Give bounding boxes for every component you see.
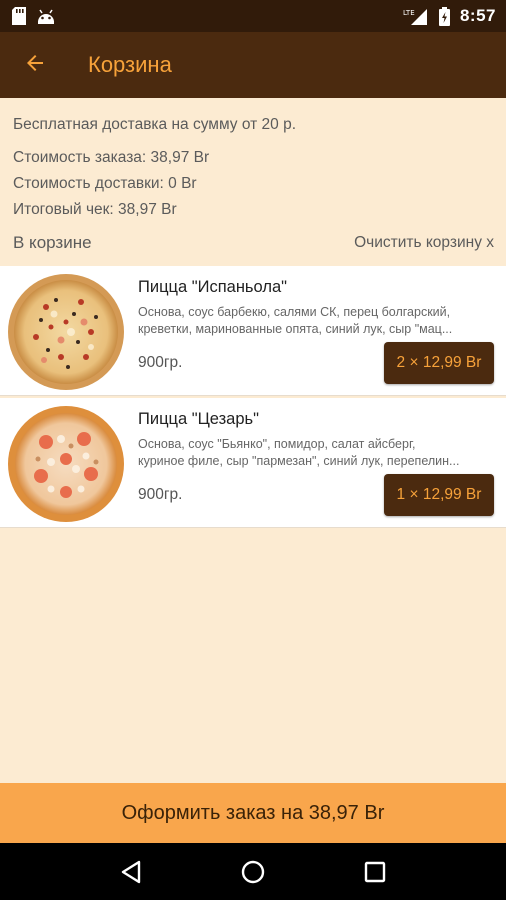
cart-header-label: В корзине: [13, 233, 92, 252]
cart-item[interactable]: Пицца "Испаньола" Основа, соус барбекю, …: [0, 266, 506, 396]
cart-header: В корзине Очистить корзину x: [13, 232, 494, 254]
network-label: LTE: [403, 9, 415, 17]
navigation-bar: [0, 843, 506, 900]
order-total: Итоговый чек: 38,97 Br: [13, 201, 177, 218]
status-bar: LTE 8:57: [0, 0, 506, 32]
app-bar: Корзина: [0, 32, 506, 98]
pizza-image: [6, 272, 126, 392]
android-icon: [36, 8, 56, 24]
signal-icon: LTE: [403, 7, 429, 25]
back-triangle-icon[interactable]: [111, 852, 151, 892]
quantity-price-button[interactable]: 1 × 12,99 Br: [384, 474, 494, 516]
product-description-line: Основа, соус "Бьянко", помидор, салат ай…: [138, 437, 416, 451]
arrow-left-icon: [23, 51, 47, 80]
status-left: [12, 7, 56, 25]
page-title: Корзина: [88, 52, 172, 77]
product-weight: 900гр.: [138, 354, 183, 371]
back-button[interactable]: [0, 32, 70, 98]
order-summary: Бесплатная доставка на сумму от 20 р. Ст…: [13, 116, 494, 227]
product-description-line: Основа, соус барбекю, салями СК, перец б…: [138, 305, 451, 319]
product-description: Основа, соус барбекю, салями СК, перец б…: [138, 304, 488, 338]
checkout-button[interactable]: Оформить заказ на 38,97 Br: [0, 783, 506, 843]
product-weight: 900гр.: [138, 486, 183, 503]
quantity-price-button[interactable]: 2 × 12,99 Br: [384, 342, 494, 384]
status-right: LTE 8:57: [403, 6, 496, 26]
recents-square-icon[interactable]: [355, 852, 395, 892]
home-circle-icon[interactable]: [233, 852, 273, 892]
pizza-image: [6, 404, 126, 524]
product-description-line: креветки, маринованные опята, синий лук,…: [138, 322, 453, 336]
battery-icon: [438, 6, 450, 26]
product-description: Основа, соус "Бьянко", помидор, салат ай…: [138, 436, 488, 470]
delivery-cost: Стоимость доставки: 0 Br: [13, 175, 197, 192]
order-cost: Стоимость заказа: 38,97 Br: [13, 149, 210, 166]
sd-card-icon: [12, 7, 26, 25]
cart-item[interactable]: Пицца "Цезарь" Основа, соус "Бьянко", по…: [0, 398, 506, 528]
product-name: Пицца "Цезарь": [138, 410, 259, 428]
product-name: Пицца "Испаньола": [138, 278, 287, 296]
clear-cart-button[interactable]: Очистить корзину x: [354, 234, 494, 252]
product-description-line: куриное филе, сыр "пармезан", синий лук,…: [138, 454, 460, 468]
free-delivery-note: Бесплатная доставка на сумму от 20 р.: [13, 116, 296, 133]
status-time: 8:57: [459, 6, 496, 25]
